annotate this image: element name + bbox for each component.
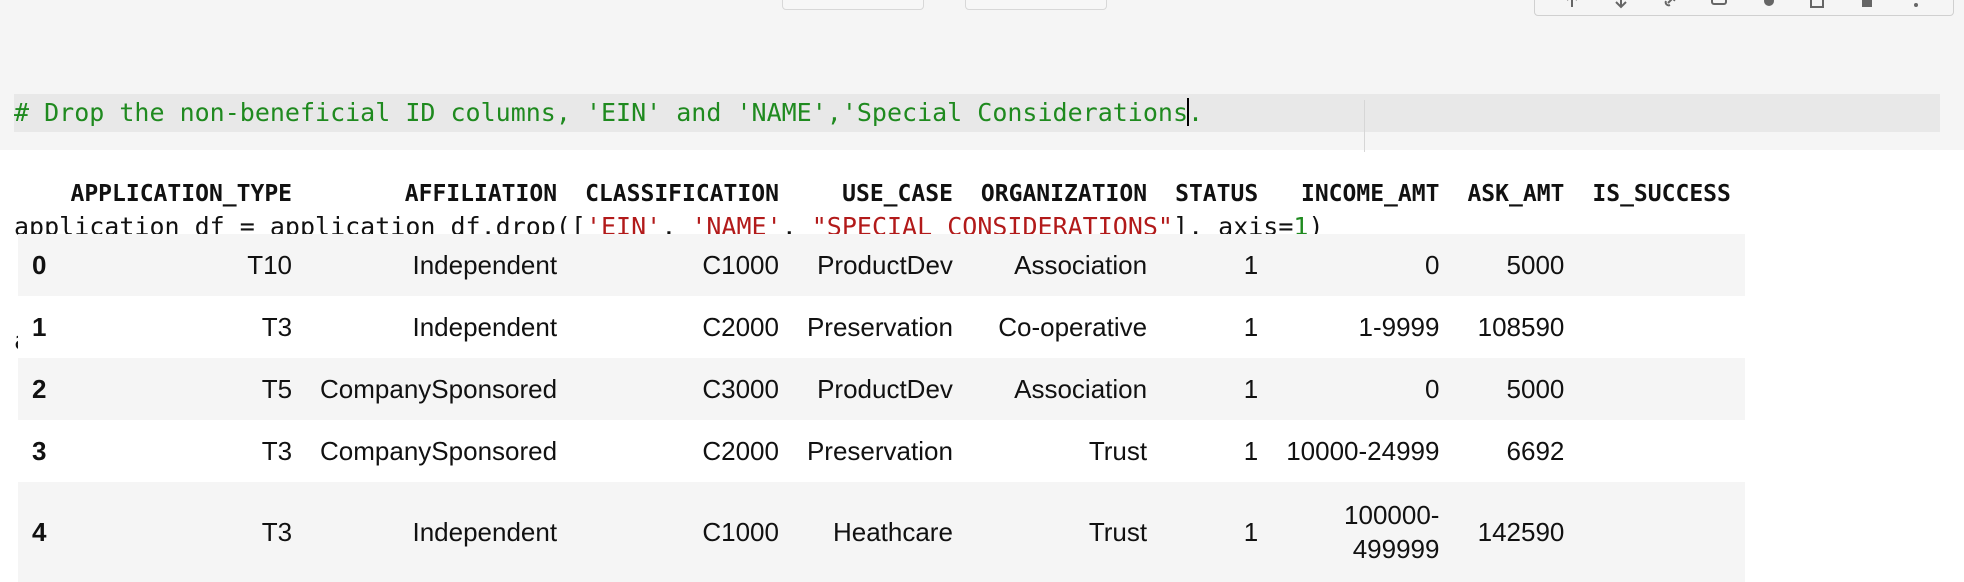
table-row: 3 T3 CompanySponsored C2000 Preservation…	[18, 420, 1745, 482]
table-row: 1 T3 Independent C2000 Preservation Co-o…	[18, 296, 1745, 358]
column-header: ORGANIZATION	[980, 181, 1148, 207]
code-comment: # Drop the non-beneficial ID columns, 'E…	[14, 98, 1188, 127]
row-index: 4	[32, 516, 47, 547]
table-cell: CompanySponsored	[320, 435, 558, 466]
table-cell: Independent	[412, 311, 558, 342]
table-cell	[1578, 420, 1744, 482]
table-cell-line: 499999	[1352, 534, 1440, 564]
table-cell: 6692	[1506, 435, 1565, 466]
table-cell: ProductDev	[817, 373, 953, 404]
table-cell: 1	[1243, 311, 1259, 342]
comment-icon[interactable]	[1710, 0, 1728, 10]
dataframe-table: APPLICATION_TYPE AFFILIATION CLASSIFICAT…	[18, 150, 1745, 582]
settings-icon[interactable]	[1760, 0, 1778, 10]
table-cell: Preservation	[806, 311, 953, 342]
table-cell	[1578, 358, 1744, 420]
table-cell: T10	[247, 249, 293, 280]
cell-output: APPLICATION_TYPE AFFILIATION CLASSIFICAT…	[18, 150, 1964, 582]
table-cell: 142590	[1477, 516, 1565, 547]
cell-toolbar	[1534, 0, 1954, 16]
table-row: 0 T10 Independent C1000 ProductDev Assoc…	[18, 234, 1745, 296]
move-up-icon[interactable]	[1563, 0, 1581, 10]
table-cell: C2000	[702, 311, 779, 342]
row-index: 2	[32, 373, 47, 404]
table-cell	[1578, 234, 1744, 296]
table-cell: Heathcare	[832, 516, 953, 547]
table-cell: Co-operative	[998, 311, 1148, 342]
column-header: APPLICATION_TYPE	[70, 181, 293, 207]
table-cell: C2000	[702, 435, 779, 466]
column-header: CLASSIFICATION	[585, 181, 779, 207]
table-cell: Independent	[412, 516, 558, 547]
table-cell: 100000- 499999	[1272, 482, 1453, 582]
delete-icon[interactable]	[1858, 0, 1876, 10]
move-down-icon[interactable]	[1612, 0, 1630, 10]
table-cell-line: 100000-	[1344, 500, 1440, 530]
table-cell: 0	[1424, 249, 1440, 280]
table-cell: 5000	[1506, 373, 1565, 404]
table-cell: C1000	[702, 516, 779, 547]
table-cell: 10000-24999	[1286, 435, 1440, 466]
table-cell: T3	[261, 435, 293, 466]
table-cell: Association	[1014, 249, 1148, 280]
table-cell: Association	[1014, 373, 1148, 404]
code-cell[interactable]: # Drop the non-beneficial ID columns, 'E…	[0, 0, 1964, 355]
table-cell: T3	[261, 516, 293, 547]
table-cell: Independent	[412, 249, 558, 280]
table-cell: 1	[1243, 249, 1259, 280]
column-header: IS_SUCCESS	[1592, 181, 1731, 207]
column-header: USE_CASE	[842, 181, 953, 207]
more-icon[interactable]	[1907, 0, 1925, 10]
row-index: 1	[32, 311, 47, 342]
cell-tab-stub	[965, 0, 1107, 10]
column-header: ASK_AMT	[1467, 181, 1565, 207]
column-header: AFFILIATION	[404, 181, 558, 207]
column-header: STATUS	[1175, 181, 1259, 207]
code-line-comment[interactable]: # Drop the non-beneficial ID columns, 'E…	[14, 94, 1940, 132]
table-cell	[1578, 296, 1744, 358]
table-cell: Trust	[1088, 516, 1148, 547]
table-cell: Trust	[1088, 435, 1148, 466]
table-cell: Preservation	[806, 435, 953, 466]
row-index: 0	[32, 249, 47, 280]
table-row: 2 T5 CompanySponsored C3000 ProductDev A…	[18, 358, 1745, 420]
table-cell: C3000	[702, 373, 779, 404]
table-cell: C1000	[702, 249, 779, 280]
row-index: 3	[32, 435, 47, 466]
column-ruler	[1364, 100, 1365, 152]
table-cell: 1-9999	[1358, 311, 1440, 342]
table-cell: 1	[1243, 435, 1259, 466]
table-cell: T3	[261, 311, 293, 342]
table-cell	[1578, 482, 1744, 582]
table-cell: 1	[1243, 373, 1259, 404]
table-cell: 108590	[1477, 311, 1565, 342]
table-cell: CompanySponsored	[320, 373, 558, 404]
share-icon[interactable]	[1809, 0, 1827, 10]
column-header: INCOME_AMT	[1300, 181, 1440, 207]
code-comment-end: .	[1188, 98, 1204, 127]
table-row: 4 T3 Independent C1000 Heathcare Trust 1…	[18, 482, 1745, 582]
cell-tab-stub	[782, 0, 924, 10]
table-cell: 0	[1424, 373, 1440, 404]
table-cell: T5	[261, 373, 293, 404]
link-icon[interactable]	[1661, 0, 1679, 10]
notebook-page: # Drop the non-beneficial ID columns, 'E…	[0, 0, 1964, 582]
index-header	[18, 150, 56, 234]
table-cell: 5000	[1506, 249, 1565, 280]
table-header-row: APPLICATION_TYPE AFFILIATION CLASSIFICAT…	[18, 150, 1745, 234]
table-cell: 1	[1243, 516, 1259, 547]
table-cell: ProductDev	[817, 249, 953, 280]
